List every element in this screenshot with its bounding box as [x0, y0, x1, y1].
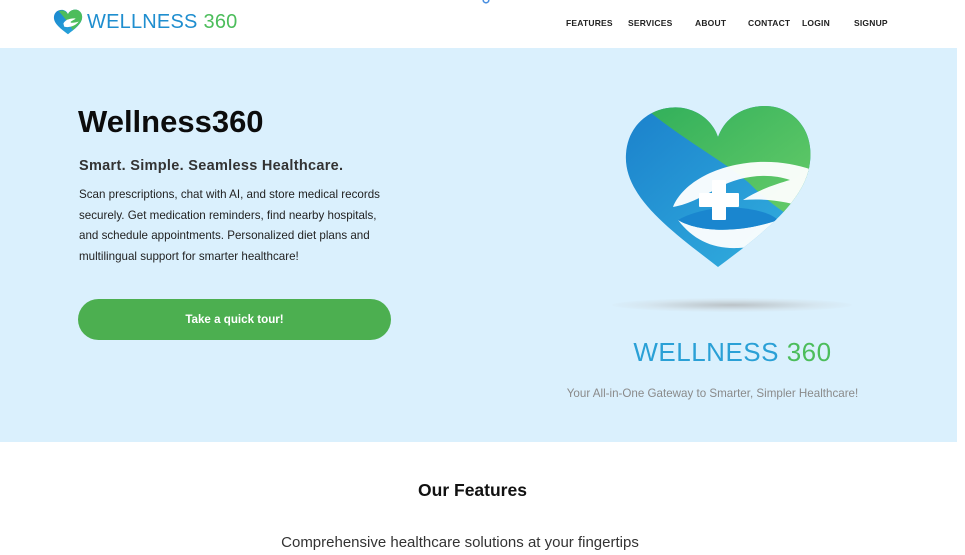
logo-word: WELLNESS [87, 11, 198, 33]
brand-name: WELLNESS 360 [600, 337, 865, 368]
features-title: Our Features [418, 480, 527, 500]
logo-shadow [612, 298, 852, 312]
brand-number: 360 [786, 337, 832, 367]
navbar: WELLNESS 360 FEATURES SERVICES ABOUT CONT… [0, 0, 965, 48]
logo-text: WELLNESS 360 [87, 12, 238, 32]
logo-number: 360 [203, 11, 238, 33]
heart-hand-cross-icon [53, 9, 83, 35]
logo-link[interactable]: WELLNESS 360 [52, 8, 238, 36]
nav-services[interactable]: SERVICES [628, 18, 672, 28]
nav-contact[interactable]: CONTACT [748, 18, 790, 28]
hero-section: Wellness360 Smart. Simple. Seamless Heal… [0, 48, 957, 442]
nav-about[interactable]: ABOUT [695, 18, 726, 28]
nav-signup[interactable]: SIGNUP [854, 18, 888, 28]
hero-tagline: Smart. Simple. Seamless Healthcare. [79, 158, 344, 174]
loading-spinner-icon [482, 0, 490, 4]
quick-tour-button[interactable]: Take a quick tour! [78, 299, 391, 340]
brand-subtitle: Your All-in-One Gateway to Smarter, Simp… [566, 387, 859, 400]
hero-description: Scan prescriptions, chat with AI, and st… [79, 188, 380, 263]
brand-word: WELLNESS [633, 337, 779, 367]
heart-hand-cross-icon [625, 105, 811, 267]
features-subtitle: Comprehensive healthcare solutions at yo… [281, 534, 639, 551]
hero-title: Wellness360 [78, 104, 264, 139]
nav-login[interactable]: LOGIN [802, 18, 830, 28]
nav-features[interactable]: FEATURES [566, 18, 613, 28]
